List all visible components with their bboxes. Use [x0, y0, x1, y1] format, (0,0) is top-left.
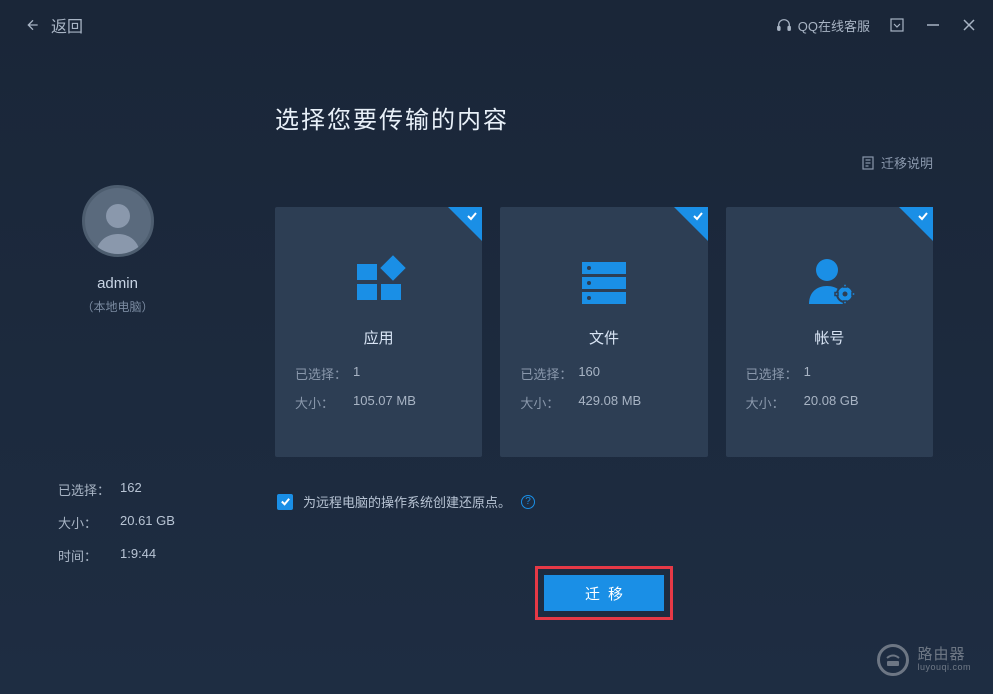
action-wrap: 迁移: [275, 566, 933, 620]
close-button[interactable]: [960, 16, 978, 34]
stat-size: 大小： 20.61 GB: [58, 513, 235, 532]
card-apps[interactable]: 应用 已选择： 1 大小： 105.07 MB: [275, 207, 482, 457]
check-icon: [280, 496, 291, 507]
stat-size-value: 20.61 GB: [120, 513, 175, 532]
files-icon: [520, 237, 687, 327]
stat-selected-value: 162: [120, 480, 142, 499]
stat-time-value: 1:9:44: [120, 546, 156, 565]
titlebar: 返回 QQ在线客服: [0, 0, 993, 50]
help-label: 迁移说明: [881, 153, 933, 172]
restore-point-checkbox[interactable]: [277, 494, 293, 510]
migrate-button[interactable]: 迁移: [544, 575, 664, 611]
sidebar-stats: 已选择： 162 大小： 20.61 GB 时间： 1:9:44: [0, 480, 235, 579]
back-button[interactable]: 返回: [25, 13, 83, 37]
username: admin: [97, 275, 138, 292]
titlebar-right: QQ在线客服: [776, 16, 978, 35]
dropdown-icon: [890, 18, 904, 32]
page-title: 选择您要传输的内容: [275, 100, 933, 135]
document-icon: [861, 156, 875, 170]
stat-selected-label: 已选择：: [58, 480, 120, 499]
minimize-icon: [926, 18, 940, 32]
card-check-icon: [899, 207, 933, 241]
card-check-icon: [448, 207, 482, 241]
card-apps-selected: 已选择： 1: [295, 364, 462, 383]
card-files-size: 大小： 429.08 MB: [520, 393, 687, 412]
action-highlight: 迁移: [535, 566, 673, 620]
info-icon[interactable]: ?: [521, 495, 535, 509]
support-link[interactable]: QQ在线客服: [776, 16, 870, 35]
apps-icon: [295, 237, 462, 327]
help-link[interactable]: 迁移说明: [275, 153, 933, 172]
watermark-logo-icon: [877, 644, 909, 676]
accounts-icon: [746, 237, 913, 327]
cards: 应用 已选择： 1 大小： 105.07 MB: [275, 207, 933, 457]
card-apps-size: 大小： 105.07 MB: [295, 393, 462, 412]
sidebar: admin （本地电脑） 已选择： 162 大小： 20.61 GB 时间： 1…: [0, 50, 235, 694]
card-files-selected: 已选择： 160: [520, 364, 687, 383]
back-label: 返回: [51, 13, 83, 37]
back-arrow-icon: [25, 17, 41, 33]
card-check-icon: [674, 207, 708, 241]
card-accounts-title: 帐号: [746, 327, 913, 348]
card-files-title: 文件: [520, 327, 687, 348]
content: 选择您要传输的内容 迁移说明: [235, 50, 993, 694]
minimize-button[interactable]: [924, 16, 942, 34]
card-accounts-size: 大小： 20.08 GB: [746, 393, 913, 412]
card-files[interactable]: 文件 已选择： 160 大小： 429.08 MB: [500, 207, 707, 457]
close-icon: [962, 18, 976, 32]
avatar: [82, 185, 154, 257]
card-apps-title: 应用: [295, 327, 462, 348]
dropdown-button[interactable]: [888, 16, 906, 34]
stat-time-label: 时间：: [58, 546, 120, 565]
restore-point-row: 为远程电脑的操作系统创建还原点。 ?: [275, 492, 933, 511]
watermark-text: 路由器 luyouqi.com: [917, 647, 971, 673]
main: admin （本地电脑） 已选择： 162 大小： 20.61 GB 时间： 1…: [0, 50, 993, 694]
watermark-en: luyouqi.com: [917, 663, 971, 673]
stat-size-label: 大小：: [58, 513, 120, 532]
user-subtitle: （本地电脑）: [81, 298, 153, 315]
card-accounts-selected: 已选择： 1: [746, 364, 913, 383]
restore-point-label: 为远程电脑的操作系统创建还原点。: [303, 492, 511, 511]
card-accounts[interactable]: 帐号 已选择： 1 大小： 20.08 GB: [726, 207, 933, 457]
stat-time: 时间： 1:9:44: [58, 546, 235, 565]
headset-icon: [776, 17, 792, 33]
watermark: 路由器 luyouqi.com: [877, 644, 971, 676]
support-label: QQ在线客服: [798, 16, 870, 35]
user-silhouette-icon: [88, 194, 148, 254]
stat-selected: 已选择： 162: [58, 480, 235, 499]
watermark-cn: 路由器: [917, 647, 971, 664]
